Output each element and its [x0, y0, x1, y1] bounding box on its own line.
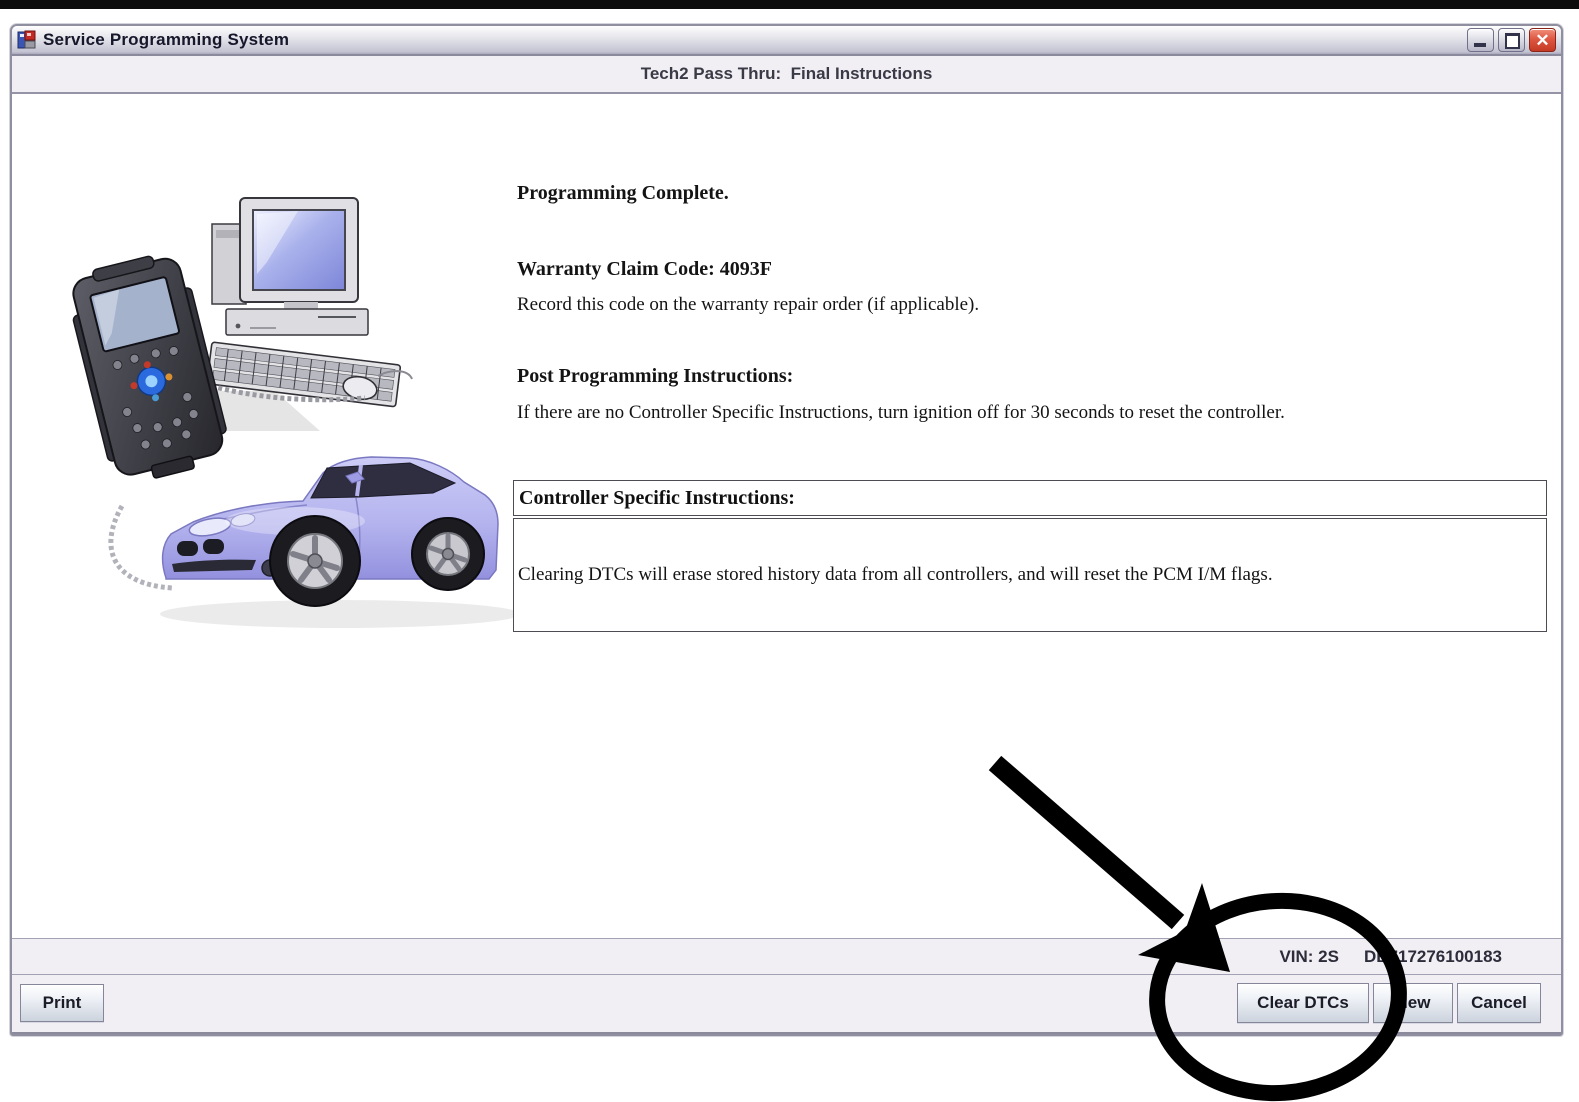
minimize-icon	[1474, 43, 1486, 47]
warranty-claim-code-text: Warranty Claim Code: 4093F	[517, 258, 772, 281]
title-bar: Service Programming System ✕	[12, 26, 1561, 56]
front-wheel	[270, 516, 360, 606]
status-bar: VIN: 2S DB717276100183	[12, 938, 1561, 975]
car-shadow	[160, 600, 520, 628]
vin-text: VIN: 2S DB717276100183	[1279, 947, 1502, 967]
post-programming-heading: Post Programming Instructions:	[517, 365, 793, 388]
vin-suffix: DB717276100183	[1364, 947, 1502, 966]
print-button[interactable]: Print	[20, 984, 104, 1022]
clear-dtcs-button[interactable]: Clear DTCs	[1237, 983, 1369, 1023]
sps-window: Service Programming System ✕ Tech2 Pass …	[10, 24, 1563, 1036]
screenshot-canvas: Service Programming System ✕ Tech2 Pass …	[0, 0, 1579, 1102]
new-button[interactable]: New	[1373, 983, 1453, 1023]
cancel-button[interactable]: Cancel	[1457, 983, 1541, 1023]
controller-specific-instructions-box: Controller Specific Instructions: Cleari…	[513, 480, 1547, 632]
tech2-scan-tool-icon	[63, 248, 234, 488]
main-content: Programming Complete. Warranty Claim Cod…	[12, 94, 1561, 938]
button-bar: Print Clear DTCs New Cancel	[12, 975, 1561, 1034]
warranty-note-text: Record this code on the warranty repair …	[517, 294, 979, 316]
desktop-computer-icon	[212, 198, 368, 335]
top-border	[0, 0, 1579, 9]
post-programming-note: If there are no Controller Specific Inst…	[517, 402, 1285, 424]
maximize-button[interactable]	[1498, 28, 1525, 52]
close-button[interactable]: ✕	[1529, 28, 1556, 52]
car-icon	[163, 457, 498, 606]
vin-prefix: VIN: 2S	[1279, 947, 1339, 966]
page-header: Tech2 Pass Thru: Final Instructions	[12, 56, 1561, 94]
programming-complete-text: Programming Complete.	[517, 182, 729, 205]
close-icon: ✕	[1530, 29, 1555, 51]
window-controls: ✕	[1467, 28, 1556, 52]
minimize-button[interactable]	[1467, 28, 1494, 52]
tech2-computer-car-illustration	[60, 176, 520, 636]
page-title: Tech2 Pass Thru: Final Instructions	[641, 64, 933, 84]
sps-app-icon	[17, 30, 37, 50]
csi-body-box: Clearing DTCs will erase stored history …	[513, 518, 1547, 632]
window-title: Service Programming System	[43, 30, 289, 50]
csi-body-text: Clearing DTCs will erase stored history …	[518, 564, 1273, 586]
rear-wheel	[412, 518, 484, 590]
maximize-icon	[1505, 33, 1520, 49]
vehicle-cable	[111, 506, 172, 588]
csi-heading: Controller Specific Instructions:	[513, 480, 1547, 516]
